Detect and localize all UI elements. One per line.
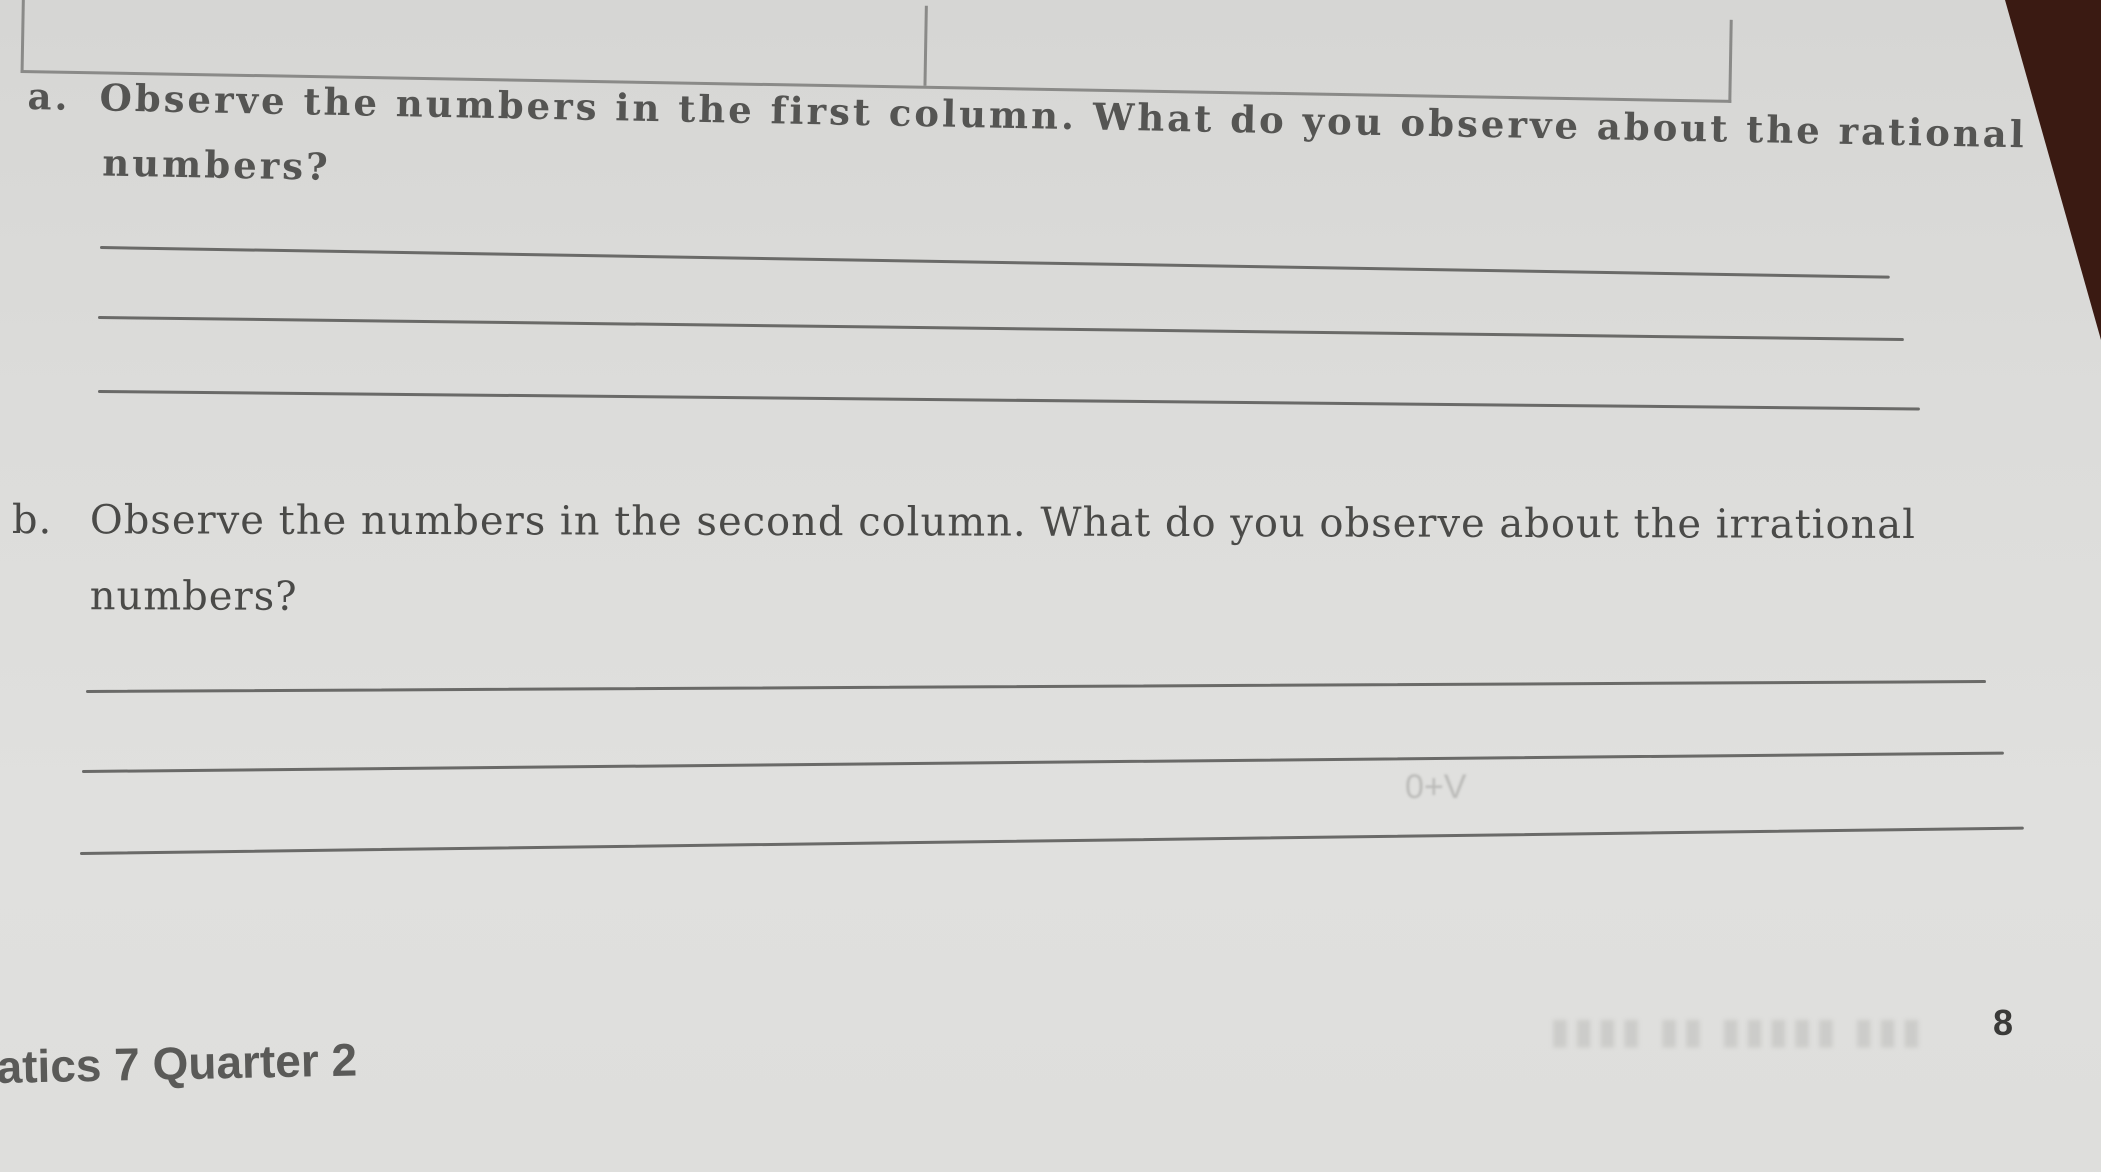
worksheet-page: a. Observe the numbers in the first colum… bbox=[0, 0, 2101, 1172]
question-b-label: b. bbox=[11, 497, 53, 544]
answer-line-b-2[interactable] bbox=[81, 751, 2004, 773]
question-a-text-continued: numbers? bbox=[101, 140, 332, 189]
footer-title: atics 7 Quarter 2 bbox=[0, 1033, 358, 1093]
question-b-text: Observe the numbers in the second column… bbox=[89, 497, 1917, 548]
question-b: b. Observe the numbers in the second colu… bbox=[11, 497, 1917, 621]
answer-line-a-1[interactable] bbox=[99, 246, 1890, 279]
answer-line-b-1[interactable] bbox=[85, 680, 1986, 693]
page-number: 8 bbox=[1993, 1002, 2014, 1043]
question-b-text-continued: numbers? bbox=[89, 573, 298, 620]
question-a-label: a. bbox=[27, 74, 71, 119]
answer-line-a-3[interactable] bbox=[97, 390, 1920, 411]
answer-line-a-2[interactable] bbox=[97, 316, 1904, 342]
answer-line-b-3[interactable] bbox=[79, 826, 2024, 855]
table-column-divider bbox=[923, 5, 928, 86]
bleed-through-text: ▮▮▮▮ ▮▮ ▮▮▮▮▮ ▮▮▮ bbox=[1550, 1010, 1926, 1051]
bleed-through-smudge: 0+V bbox=[1405, 768, 1467, 806]
